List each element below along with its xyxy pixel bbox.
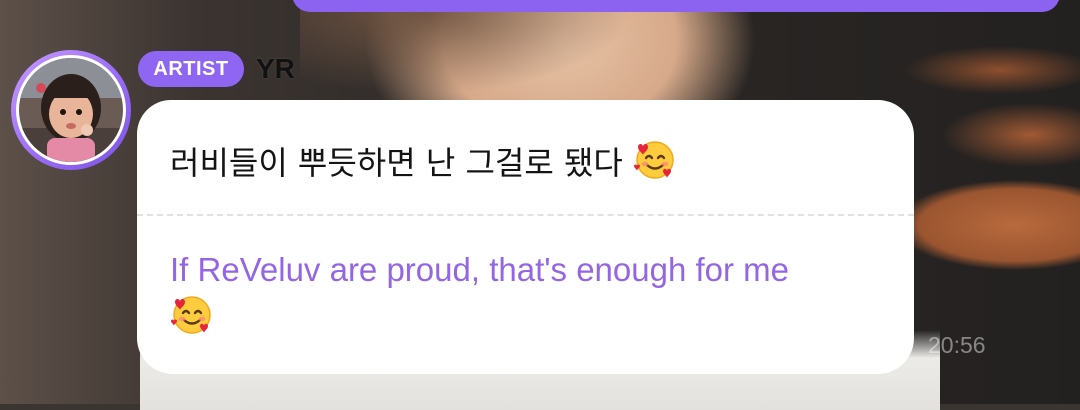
sender-name[interactable]: YR <box>256 50 295 88</box>
message-bubble[interactable]: 러비들이 뿌듯하면 난 그걸로 됐다 If ReVeluv are proud,… <box>137 100 914 374</box>
avatar[interactable] <box>11 50 131 170</box>
original-message-text: 러비들이 뿌듯하면 난 그걸로 됐다 <box>170 144 623 182</box>
profile-photo-icon <box>19 58 123 162</box>
message-timestamp: 20:56 <box>928 332 986 358</box>
translated-message-text: If ReVeluv are proud, that's enough for … <box>170 251 790 288</box>
smiling-face-with-hearts-icon <box>170 293 214 337</box>
translation-divider <box>137 214 914 216</box>
artist-badge: ARTIST <box>138 51 244 87</box>
smiling-face-with-hearts-icon <box>633 138 677 182</box>
translated-message: If ReVeluv are proud, that's enough for … <box>170 247 890 341</box>
original-message: 러비들이 뿌듯하면 난 그걸로 됐다 <box>170 138 677 187</box>
previous-message-bubble[interactable] <box>292 0 1060 12</box>
